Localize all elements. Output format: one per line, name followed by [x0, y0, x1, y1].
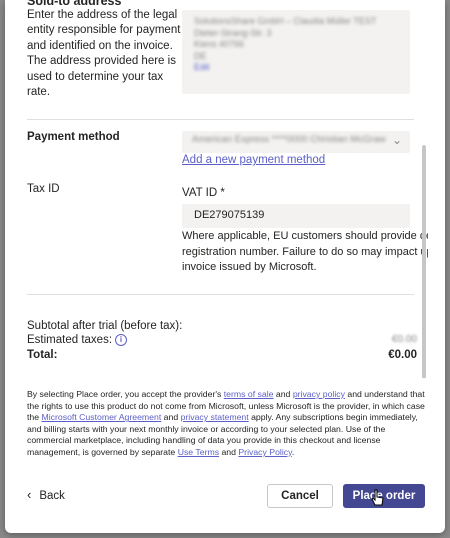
address-line: Dieter-Strang-Str. 3	[194, 27, 272, 38]
address-line: SolutionsShare GmbH – Claudia Müller TES…	[194, 16, 377, 26]
sold-to-address-box: SolutionsShare GmbH – Claudia Müller TES…	[182, 10, 410, 94]
payment-method-label: Payment method	[27, 131, 120, 143]
total-label: Total:	[27, 349, 58, 361]
legal-text: By selecting Place order, you accept the…	[27, 389, 427, 459]
vat-id-input[interactable]: DE279075139	[182, 204, 410, 228]
vat-help-line: invoice issued by Microsoft.	[182, 261, 317, 273]
privacy-policy-link[interactable]: privacy policy	[293, 389, 345, 399]
address-line: DE	[194, 50, 207, 61]
mouse-pointer-icon	[371, 489, 384, 506]
legal-text-part: .	[291, 446, 295, 457]
legal-text-part: By selecting Place order, you accept the…	[27, 389, 224, 399]
vat-help-line: registration number. Failure to do so ma…	[182, 245, 428, 258]
divider	[27, 119, 414, 120]
total-value: €0.00	[388, 349, 417, 361]
estimated-taxes-row: Estimated taxes: i	[27, 334, 128, 346]
privacy-statement-link[interactable]: privacy statement	[181, 412, 249, 422]
cancel-button[interactable]: Cancel	[267, 484, 333, 508]
chevron-down-icon: ⌄	[391, 133, 402, 147]
estimated-taxes-label: Estimated taxes:	[27, 334, 113, 346]
legal-text-part: and	[219, 446, 239, 457]
subtotal-label: Subtotal after trial (before tax):	[27, 320, 183, 332]
vat-help-line: Where applicable, EU customers should pr…	[182, 230, 428, 242]
legal-text-part: and	[273, 389, 293, 399]
use-terms-link[interactable]: Use Terms	[178, 447, 219, 457]
tax-id-label: Tax ID	[27, 183, 60, 195]
sold-to-title: Sold-to address	[27, 0, 122, 8]
payment-method-value: American Express ****0000 Christian McGr…	[192, 134, 386, 145]
vat-id-label: VAT ID *	[182, 187, 225, 199]
address-line: Kiens 40766	[194, 39, 245, 49]
legal-text-part: and	[161, 412, 181, 423]
edit-address-link[interactable]: Edit	[194, 62, 398, 74]
privacy-policy-2-link[interactable]: Privacy Policy	[238, 447, 291, 457]
vat-help-text: Where applicable, EU customers should pr…	[182, 229, 428, 275]
scrollbar[interactable]	[422, 145, 426, 378]
checkout-dialog: Sold-to address Enter the address of the…	[5, 0, 445, 533]
info-icon[interactable]: i	[115, 334, 128, 346]
payment-method-select[interactable]: American Express ****0000 Christian McGr…	[182, 131, 410, 153]
add-payment-method-link[interactable]: Add a new payment method	[182, 154, 325, 166]
terms-of-sale-link[interactable]: terms of sale	[224, 389, 274, 399]
sold-to-description: Enter the address of the legal entity re…	[27, 9, 181, 99]
chevron-left-icon: ‹	[27, 487, 32, 502]
back-label: Back	[39, 490, 65, 502]
checkout-scroll-area[interactable]: Sold-to address Enter the address of the…	[5, 0, 445, 378]
back-button[interactable]: ‹ Back	[27, 487, 65, 502]
divider	[27, 294, 414, 295]
estimated-taxes-value: €0.00	[391, 334, 417, 345]
microsoft-customer-agreement-link[interactable]: Microsoft Customer Agreement	[42, 412, 162, 422]
